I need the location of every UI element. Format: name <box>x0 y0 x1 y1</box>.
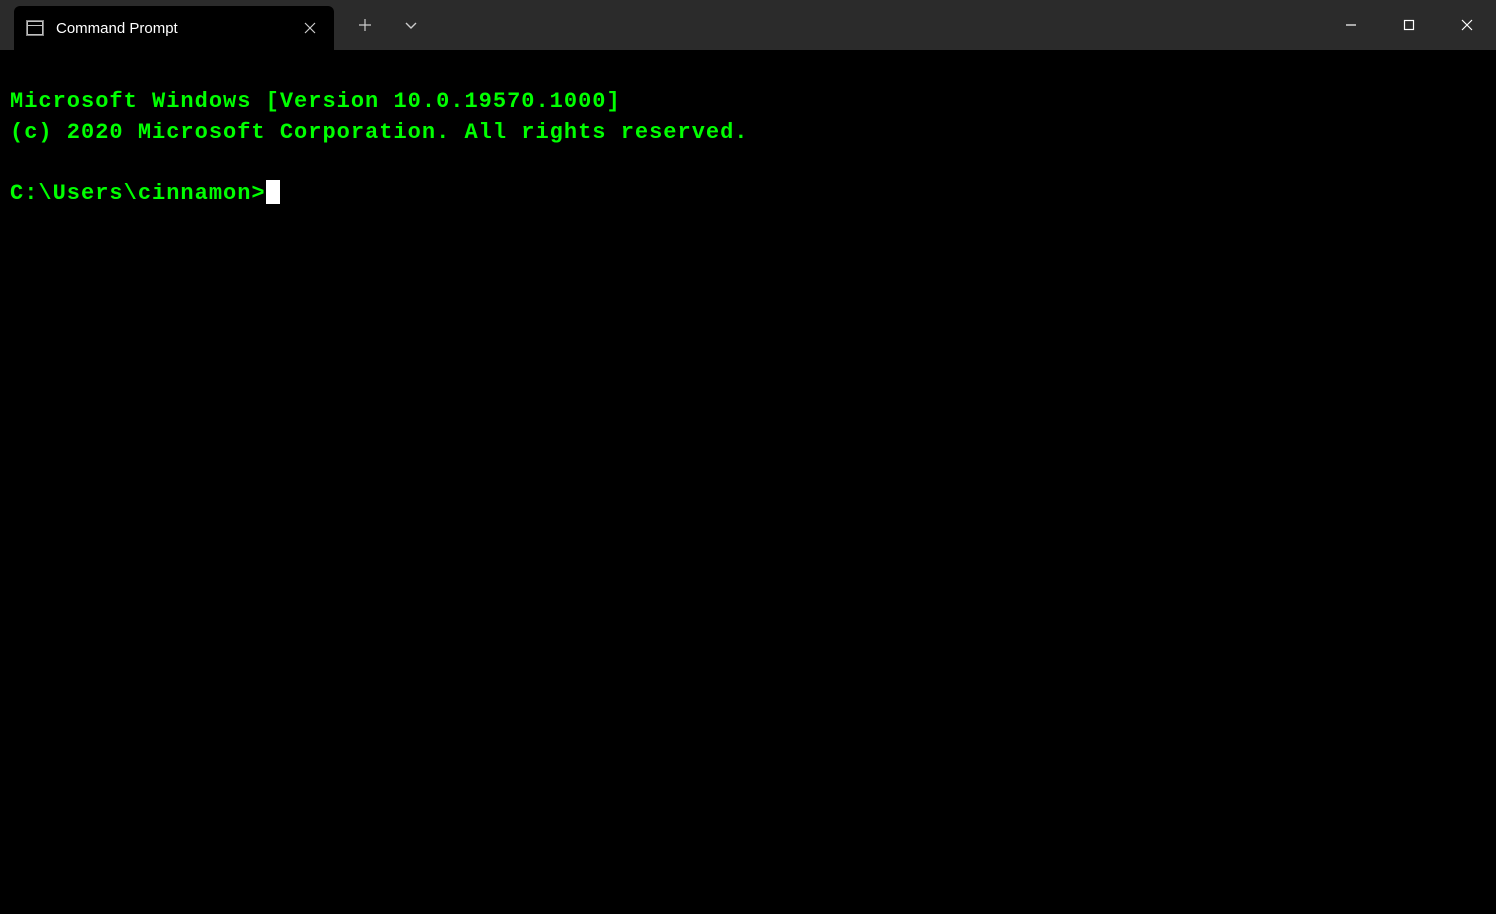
command-prompt-icon <box>26 20 44 36</box>
tab-close-button[interactable] <box>296 14 324 42</box>
terminal-output[interactable]: Microsoft Windows [Version 10.0.19570.10… <box>0 50 1496 914</box>
new-tab-button[interactable] <box>342 0 388 50</box>
terminal-prompt: C:\Users\cinnamon> <box>10 181 266 206</box>
plus-icon <box>358 18 372 32</box>
window-close-button[interactable] <box>1438 0 1496 50</box>
window-controls <box>1322 0 1496 50</box>
chevron-down-icon <box>404 18 418 32</box>
minimize-icon <box>1345 19 1357 31</box>
close-icon <box>304 22 316 34</box>
titlebar-drag-region[interactable] <box>434 0 1322 50</box>
terminal-line-version: Microsoft Windows [Version 10.0.19570.10… <box>10 89 621 114</box>
titlebar: Command Prompt <box>0 0 1496 50</box>
tab-actions <box>334 0 434 50</box>
tab-command-prompt[interactable]: Command Prompt <box>14 6 334 50</box>
minimize-button[interactable] <box>1322 0 1380 50</box>
tab-dropdown-button[interactable] <box>388 0 434 50</box>
terminal-line-copyright: (c) 2020 Microsoft Corporation. All righ… <box>10 120 749 145</box>
tab-strip: Command Prompt <box>0 0 334 50</box>
terminal-cursor <box>266 180 280 204</box>
maximize-icon <box>1403 19 1415 31</box>
maximize-button[interactable] <box>1380 0 1438 50</box>
close-icon <box>1461 19 1473 31</box>
tab-title: Command Prompt <box>56 20 284 37</box>
